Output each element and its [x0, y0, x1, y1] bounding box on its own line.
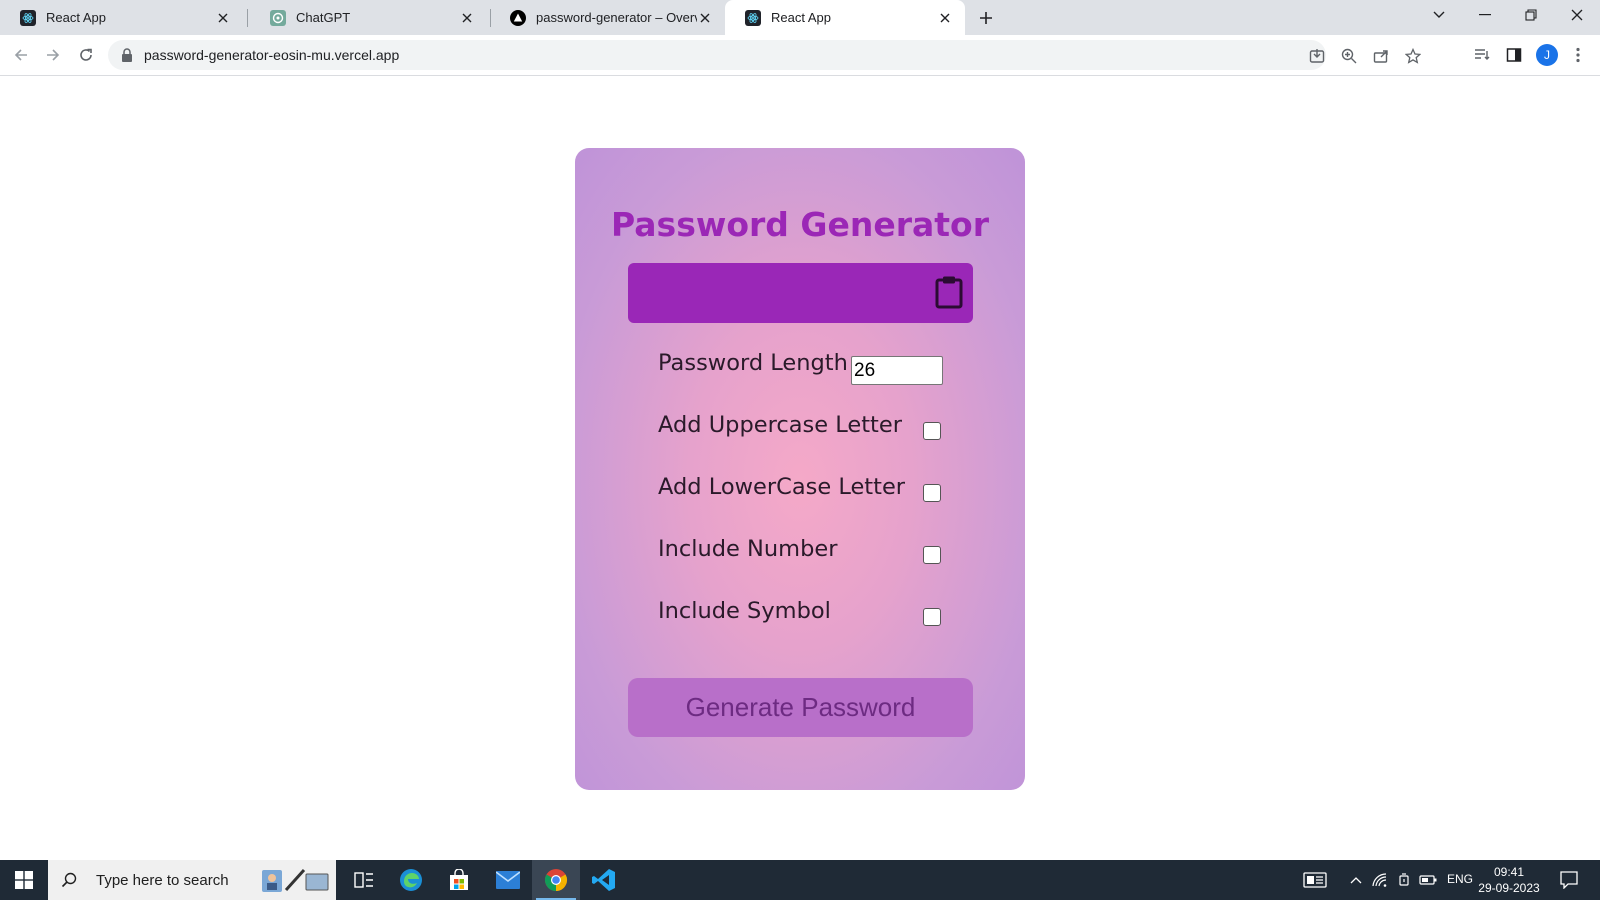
page-title: Password Generator: [610, 205, 989, 244]
browser-toolbar: password-generator-eosin-mu.vercel.app J: [0, 35, 1600, 76]
restore-button[interactable]: [1508, 0, 1554, 30]
symbol-label: Include Symbol: [658, 598, 831, 624]
restore-icon: [1525, 9, 1537, 21]
side-panel-icon[interactable]: [1504, 45, 1524, 65]
tab-react-app-active[interactable]: React App: [725, 0, 965, 35]
react-icon: [745, 9, 761, 26]
wifi-icon[interactable]: [1370, 870, 1390, 890]
plus-icon: [980, 12, 992, 24]
zoom-icon[interactable]: [1340, 47, 1358, 65]
password-length-input[interactable]: [851, 356, 943, 385]
generate-password-button[interactable]: Generate Password: [628, 678, 973, 737]
number-label: Include Number: [658, 536, 838, 562]
close-icon[interactable]: [459, 10, 475, 26]
news-widget-icon[interactable]: [1302, 870, 1328, 890]
password-generator-card: Password Generator Password Length Add U…: [575, 148, 1025, 790]
mail-icon: [496, 871, 520, 889]
close-window-button[interactable]: [1554, 0, 1600, 30]
tab-separator: [247, 9, 248, 27]
chevron-down-icon: [1433, 11, 1445, 18]
start-button[interactable]: [0, 860, 48, 900]
task-view-icon: [354, 872, 373, 888]
share-icon[interactable]: [1372, 47, 1390, 65]
volume-icon[interactable]: [1394, 870, 1414, 890]
taskbar-search[interactable]: Type here to search: [48, 860, 336, 900]
chevron-up-icon[interactable]: [1346, 870, 1366, 890]
edge-icon: [400, 869, 422, 891]
edge-app[interactable]: [387, 860, 435, 900]
tab-title: ChatGPT: [296, 10, 351, 25]
search-icon: [60, 871, 78, 889]
vercel-icon: [510, 9, 526, 26]
url-text: password-generator-eosin-mu.vercel.app: [144, 47, 400, 63]
mail-app[interactable]: [484, 860, 532, 900]
install-app-icon[interactable]: [1308, 47, 1326, 65]
battery-icon[interactable]: [1418, 870, 1438, 890]
password-length-label: Password Length: [658, 350, 848, 376]
password-display: [628, 263, 973, 323]
clock-time: 09:41: [1493, 865, 1525, 879]
back-button[interactable]: [11, 45, 31, 65]
minimize-button[interactable]: [1462, 0, 1508, 30]
uppercase-checkbox[interactable]: [923, 422, 941, 440]
minimize-icon: [1479, 14, 1491, 16]
lowercase-checkbox[interactable]: [923, 484, 941, 502]
reload-icon: [80, 48, 92, 61]
vscode-app[interactable]: [580, 860, 628, 900]
search-placeholder: Type here to search: [96, 871, 229, 889]
lowercase-label: Add LowerCase Letter: [658, 474, 906, 500]
uppercase-label: Add Uppercase Letter: [658, 412, 902, 438]
profile-avatar[interactable]: J: [1536, 44, 1558, 66]
vscode-icon: [592, 869, 615, 891]
task-view-button[interactable]: [340, 860, 388, 900]
tab-title: React App: [46, 10, 106, 25]
arrow-left-icon: [14, 49, 27, 61]
forward-button[interactable]: [43, 45, 63, 65]
taskbar: Type here to search ENG 09:41 29-09-2023: [0, 860, 1600, 900]
lock-icon[interactable]: [120, 48, 134, 62]
chatgpt-icon: [270, 9, 286, 26]
tab-react-app-1[interactable]: React App: [0, 0, 243, 35]
tab-vercel-overview[interactable]: password-generator – Overview: [490, 0, 725, 35]
clock-date: 29-09-2023: [1478, 881, 1540, 895]
browser-tab-strip: React App ChatGPT password-generator – O…: [0, 0, 1600, 35]
store-app[interactable]: [435, 860, 483, 900]
address-bar[interactable]: password-generator-eosin-mu.vercel.app: [108, 40, 1421, 70]
number-checkbox[interactable]: [923, 546, 941, 564]
chrome-icon: [545, 869, 567, 891]
notification-icon[interactable]: [1558, 870, 1580, 890]
copy-button[interactable]: [931, 272, 967, 312]
close-icon: [1571, 9, 1583, 21]
tab-title: password-generator – Overview: [536, 10, 697, 25]
system-clock[interactable]: 09:41 29-09-2023: [1470, 864, 1548, 896]
new-tab-button[interactable]: [976, 8, 996, 28]
symbol-checkbox[interactable]: [923, 608, 941, 626]
bookmark-star-icon[interactable]: [1404, 47, 1422, 65]
menu-kebab-icon[interactable]: [1568, 45, 1588, 65]
tab-title: React App: [771, 10, 831, 25]
close-icon[interactable]: [937, 10, 953, 26]
store-icon: [450, 869, 468, 890]
arrow-right-icon: [47, 49, 60, 61]
react-icon: [20, 9, 36, 26]
close-icon[interactable]: [215, 10, 231, 26]
search-highlight-art-icon: [262, 868, 329, 892]
windows-icon: [15, 871, 33, 889]
reload-button[interactable]: [76, 45, 96, 65]
tab-search-button[interactable]: [1416, 0, 1462, 30]
tab-chatgpt[interactable]: ChatGPT: [250, 0, 487, 35]
clipboard-icon: [935, 276, 963, 309]
close-icon[interactable]: [697, 10, 713, 26]
chrome-app[interactable]: [532, 860, 580, 900]
reading-list-icon[interactable]: [1472, 45, 1492, 65]
